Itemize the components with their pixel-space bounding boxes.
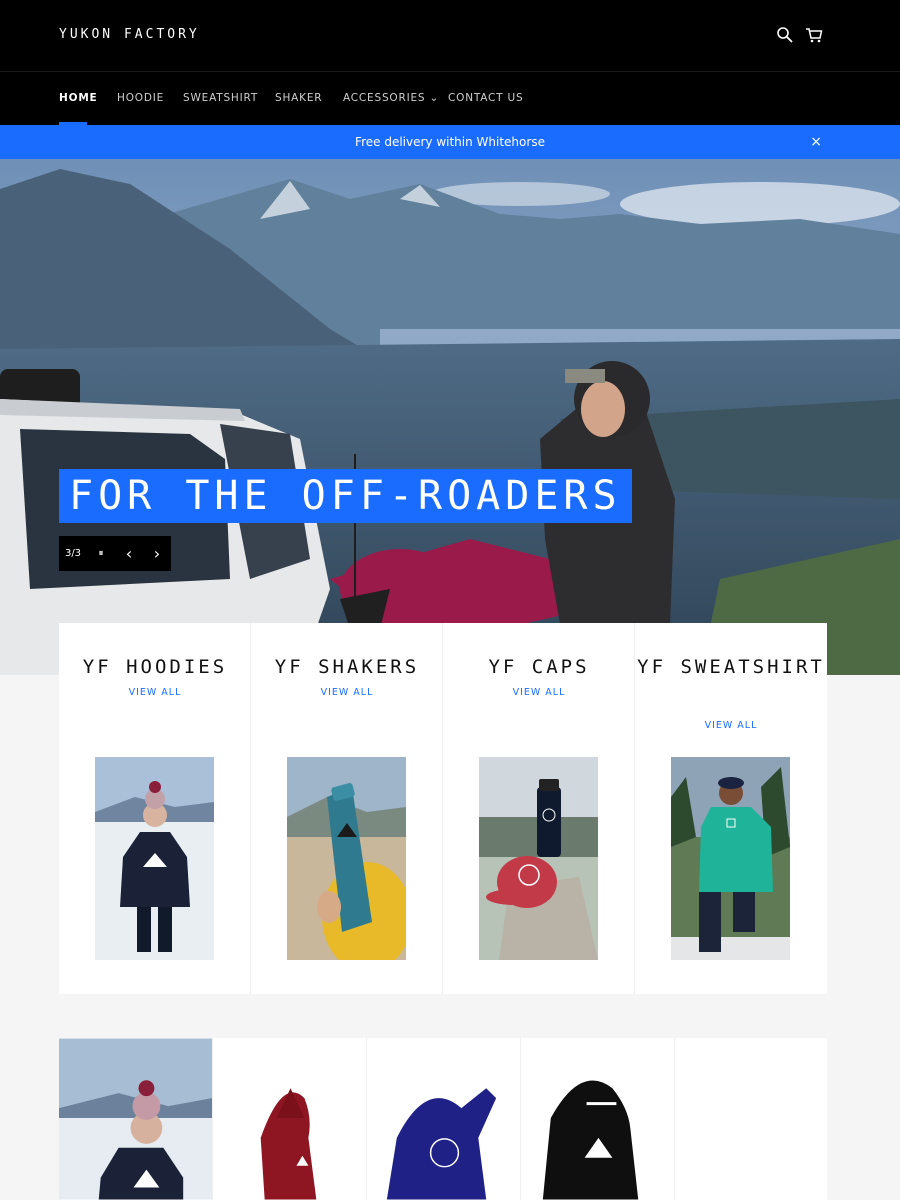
- next-slide-icon[interactable]: ›: [143, 536, 171, 571]
- nav-home[interactable]: HOME: [59, 92, 98, 104]
- hero-title[interactable]: FOR THE OFF-ROADERS: [59, 469, 632, 523]
- product-card-image[interactable]: [367, 1038, 521, 1200]
- collection-card-shakers[interactable]: YF SHAKERS VIEW ALL: [251, 623, 443, 994]
- product-card-image[interactable]: [59, 1038, 213, 1200]
- nav-sweatshirt[interactable]: SWEATSHIRT: [183, 92, 258, 104]
- main-nav: HOME HOODIE SWEATSHIRT SHAKER ACCESSORIE…: [0, 72, 900, 125]
- hoodies-collection-image[interactable]: [95, 757, 214, 960]
- nav-shaker[interactable]: SHAKER: [275, 92, 322, 104]
- pause-icon[interactable]: ⏸: [87, 536, 115, 571]
- hero-slideshow: FOR THE OFF-ROADERS 3/3 ⏸ ‹ ›: [0, 159, 900, 675]
- hero-image: [0, 159, 900, 675]
- store-logo[interactable]: YUKON FACTORY: [59, 27, 200, 42]
- collection-list: YF HOODIES VIEW ALL YF SHAKERS VIEW ALL: [59, 623, 827, 994]
- collection-card-hoodies[interactable]: YF HOODIES VIEW ALL: [59, 623, 251, 994]
- collection-title[interactable]: YF SHAKERS: [251, 651, 443, 684]
- view-all-link[interactable]: VIEW ALL: [59, 687, 251, 698]
- collection-title[interactable]: YF CAPS: [443, 651, 635, 684]
- announcement-text: Free delivery within Whitehorse: [355, 135, 545, 149]
- nav-hoodie[interactable]: HOODIE: [117, 92, 164, 104]
- search-icon[interactable]: [776, 26, 794, 44]
- view-all-link[interactable]: VIEW ALL: [635, 720, 827, 731]
- caps-collection-image[interactable]: [479, 757, 598, 960]
- slide-counter: 3/3: [59, 536, 87, 571]
- prev-slide-icon[interactable]: ‹: [115, 536, 143, 571]
- shakers-collection-image[interactable]: [287, 757, 406, 960]
- view-all-link[interactable]: VIEW ALL: [251, 687, 443, 698]
- close-icon[interactable]: ×: [810, 125, 822, 159]
- top-header: YUKON FACTORY: [0, 0, 900, 72]
- sweatshirt-collection-image[interactable]: [671, 757, 790, 960]
- collection-title[interactable]: YF SWEATSHIRT: [635, 651, 827, 684]
- featured-products: [59, 1038, 827, 1200]
- collection-card-caps[interactable]: YF CAPS VIEW ALL: [443, 623, 635, 994]
- product-card-image[interactable]: [213, 1038, 367, 1200]
- collection-title[interactable]: YF HOODIES: [59, 651, 251, 684]
- nav-accessories[interactable]: ACCESSORIES ⌄: [343, 92, 439, 104]
- collection-card-sweatshirt[interactable]: YF SWEATSHIRT VIEW ALL: [635, 623, 827, 994]
- announcement-bar: Free delivery within Whitehorse ×: [0, 125, 900, 159]
- cart-icon[interactable]: [805, 26, 823, 44]
- product-card-image[interactable]: [521, 1038, 675, 1200]
- view-all-link[interactable]: VIEW ALL: [443, 687, 635, 698]
- nav-contact-us[interactable]: CONTACT US: [448, 92, 523, 104]
